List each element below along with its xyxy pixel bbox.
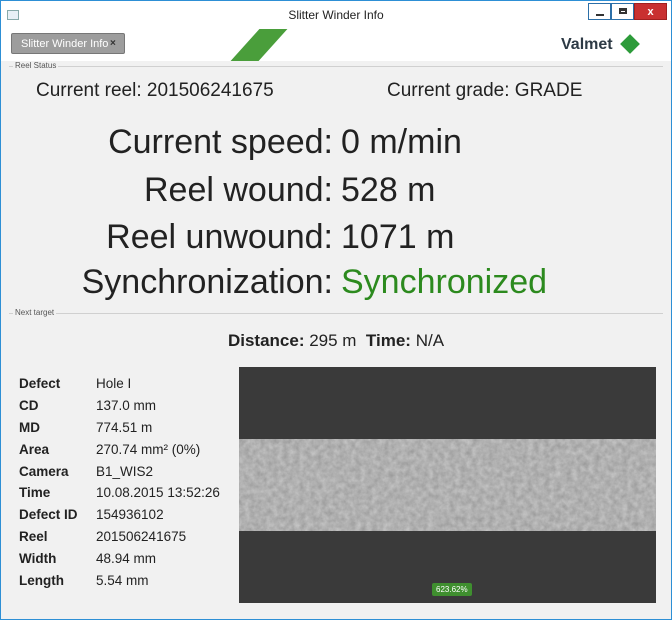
detail-value: 137.0 mm (96, 398, 157, 414)
time-label: Time: (365, 331, 411, 350)
current-speed-row: Current speed: 0 m/min (1, 123, 462, 162)
detail-value: 48.94 mm (96, 550, 157, 566)
close-button[interactable]: x (634, 3, 667, 20)
current-grade-value: GRADE (514, 80, 583, 101)
tab-label: Slitter Winder Info (21, 38, 109, 50)
current-grade: Current grade: GRADE (387, 80, 582, 102)
detail-value: 270.74 mm² (0%) (96, 441, 201, 457)
distance-value: 295 m (309, 331, 357, 350)
next-target-group-label: Next target (13, 308, 57, 317)
decorative-stripe (230, 29, 288, 61)
detail-value: 10.08.2015 13:52:26 (96, 485, 220, 501)
detail-value: Hole I (96, 376, 132, 392)
detail-value: 774.51 m (96, 419, 153, 435)
reel-status-group-label: Reel Status (13, 61, 59, 70)
detail-key: Defect ID (19, 507, 78, 523)
current-speed-label: Current speed: (108, 123, 333, 161)
detail-key: Reel (19, 528, 48, 544)
reel-unwound-label: Reel unwound: (106, 218, 333, 256)
detail-key: Time (19, 485, 51, 501)
valmet-logo-mark-icon (620, 34, 640, 54)
reel-wound-label: Reel wound: (143, 171, 333, 209)
current-reel-label: Current reel: (36, 80, 142, 101)
detail-key: MD (19, 419, 40, 435)
reel-unwound-row: Reel unwound: 1071 m (1, 218, 454, 257)
current-reel-value: 201506241675 (146, 80, 274, 101)
detail-value: 154936102 (96, 507, 164, 523)
reel-wound-row: Reel wound: 528 m (1, 171, 436, 210)
tab-bar: Slitter Winder Info × Valmet (1, 29, 671, 61)
defect-image-panel[interactable]: 623.62% (239, 367, 656, 603)
close-icon: x (647, 6, 654, 18)
table-row: Area 270.74 mm² (0%) (19, 438, 220, 460)
reel-wound-value: 528 m (341, 171, 436, 209)
tab-close-icon[interactable]: × (110, 38, 116, 49)
maximize-button[interactable] (611, 3, 634, 20)
title-bar[interactable]: Slitter Winder Info x (1, 1, 671, 29)
table-row: Length 5.54 mm (19, 569, 220, 591)
app-window: Slitter Winder Info x Slitter Winder Inf… (0, 0, 672, 620)
detail-value: B1_WIS2 (96, 463, 154, 479)
table-row: MD 774.51 m (19, 417, 220, 439)
detail-key: Defect (19, 376, 61, 392)
distance-time-line: Distance: 295 m Time: N/A (1, 331, 671, 351)
table-row: Reel 201506241675 (19, 526, 220, 548)
detail-value: 5.54 mm (96, 572, 149, 588)
maximize-icon (618, 8, 627, 14)
table-row: CD 137.0 mm (19, 395, 220, 417)
detail-key: Length (19, 572, 64, 588)
table-row: Width 48.94 mm (19, 547, 220, 569)
current-grade-label: Current grade: (387, 80, 510, 101)
reel-unwound-value: 1071 m (341, 218, 455, 256)
table-row: Time 10.08.2015 13:52:26 (19, 482, 220, 504)
table-row: Camera B1_WIS2 (19, 460, 220, 482)
tab-slitter-winder-info[interactable]: Slitter Winder Info × (11, 33, 125, 54)
next-target-group: Next target (9, 308, 663, 317)
synchronization-row: Synchronization: Synchronized (1, 263, 547, 302)
detail-value: 201506241675 (96, 528, 187, 544)
synchronization-status: Synchronized (341, 263, 548, 301)
table-row: Defect ID 154936102 (19, 504, 220, 526)
current-reel: Current reel: 201506241675 (36, 80, 274, 102)
defect-details-table: Defect Hole I CD 137.0 mm MD 774.51 m Area 2… (19, 373, 220, 591)
table-row: Defect Hole I (19, 373, 220, 395)
minimize-button[interactable] (588, 3, 611, 20)
synchronization-label: Synchronization: (81, 263, 333, 301)
time-value: N/A (415, 331, 445, 350)
detail-key: CD (19, 398, 39, 414)
minimize-icon (595, 14, 604, 16)
detail-key: Area (19, 441, 50, 457)
zoom-level-badge: 623.62% (432, 583, 472, 596)
window-title: Slitter Winder Info (288, 8, 384, 22)
paper-web-strip-image (239, 439, 656, 531)
detail-key: Width (19, 550, 57, 566)
current-speed-value: 0 m/min (341, 123, 462, 161)
valmet-logo: Valmet (561, 36, 613, 53)
distance-label: Distance: (227, 331, 305, 350)
detail-key: Camera (19, 463, 69, 479)
